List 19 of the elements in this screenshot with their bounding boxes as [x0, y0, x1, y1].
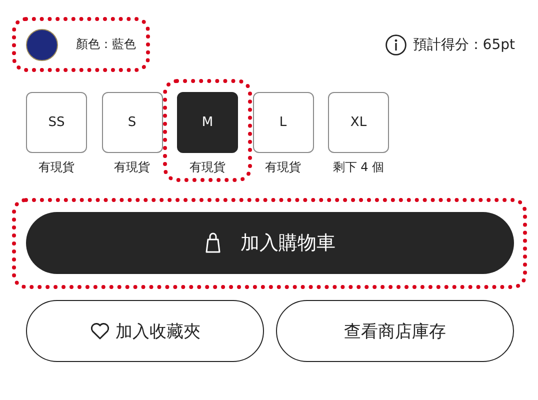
color-swatch[interactable]: [26, 28, 58, 60]
size-option[interactable]: S: [102, 92, 162, 153]
heart-icon: [90, 322, 110, 340]
stock-status: 有現貨: [190, 159, 226, 176]
size-option[interactable]: XL: [328, 92, 389, 153]
bag-icon: [204, 232, 220, 254]
stock-status: 有現貨: [265, 159, 301, 176]
add-to-favorites-button[interactable]: 加入收藏夾: [26, 300, 264, 362]
stock-status: 剩下 4 個: [332, 159, 384, 176]
size-option[interactable]: SS: [26, 92, 87, 153]
points-estimate: 預計得分：65pt: [412, 36, 515, 54]
add-to-cart-button[interactable]: 加入購物車: [26, 212, 514, 274]
info-icon: [384, 34, 407, 56]
store-stock-button[interactable]: 查看商店庫存: [276, 300, 514, 362]
color-label: 顏色：藍色: [76, 36, 136, 53]
stock-status: 有現貨: [38, 159, 74, 176]
size-option[interactable]: L: [252, 92, 314, 153]
size-option[interactable]: M: [177, 92, 238, 153]
stock-status: 有現貨: [114, 159, 150, 176]
